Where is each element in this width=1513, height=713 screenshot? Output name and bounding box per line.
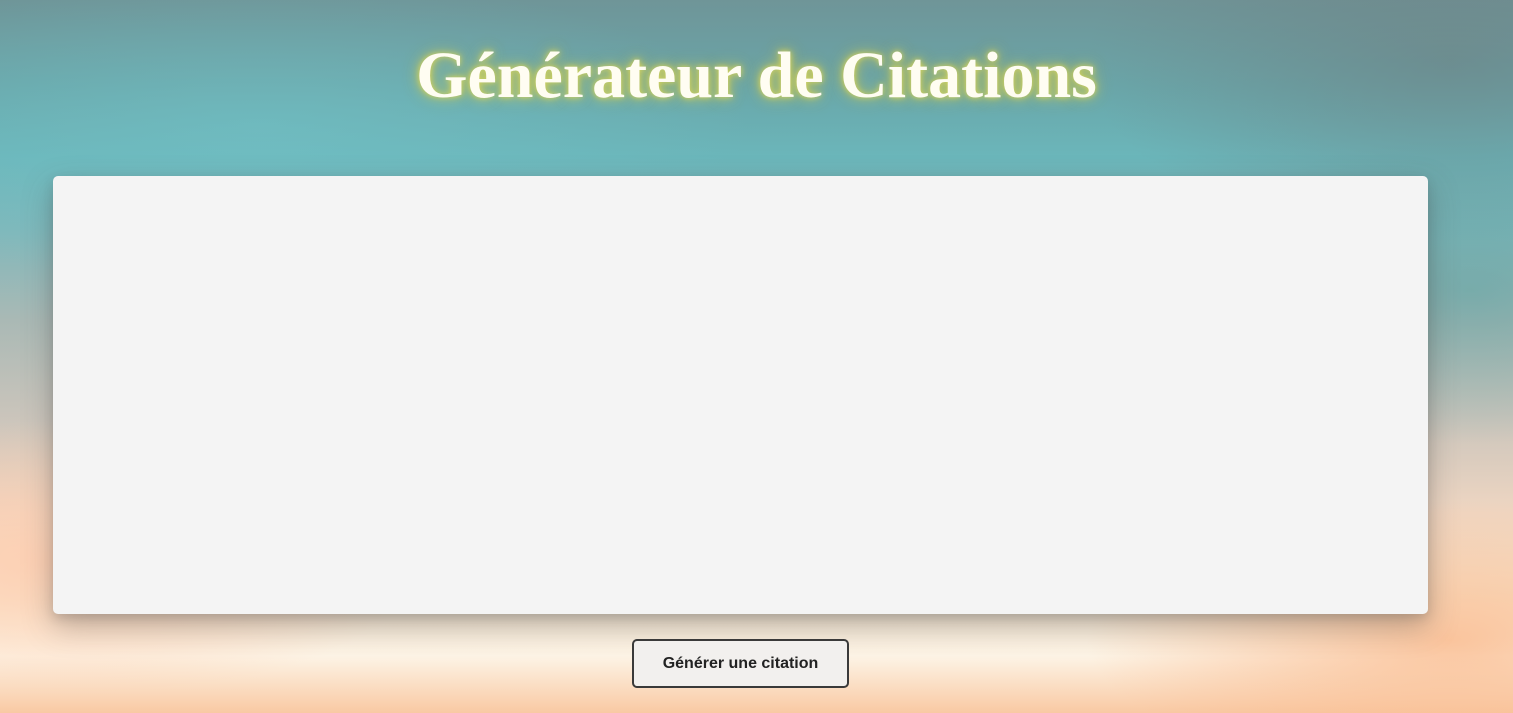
page-title: Générateur de Citations <box>416 39 1097 112</box>
generate-quote-button[interactable]: Générer une citation <box>632 639 849 688</box>
quote-card <box>53 176 1428 614</box>
